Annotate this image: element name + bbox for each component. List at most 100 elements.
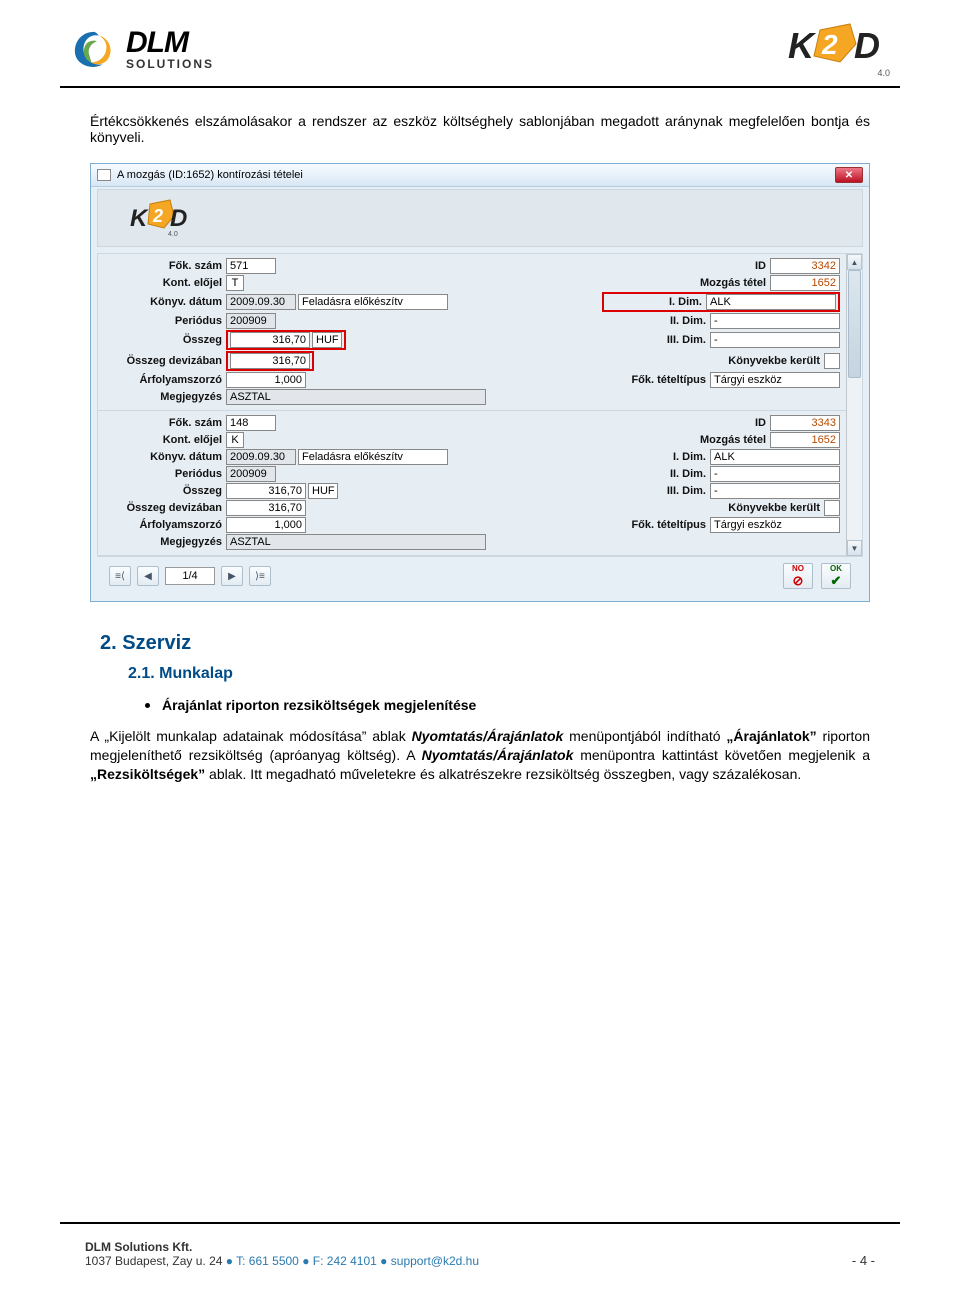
ok-button[interactable]: OK✔ xyxy=(821,563,851,589)
field-currency[interactable]: HUF xyxy=(312,332,342,348)
field-fok-szam[interactable]: 571 xyxy=(226,258,276,274)
label-konyv-datum: Könyv. dátum xyxy=(106,451,226,463)
prev-button[interactable]: ◀ xyxy=(137,566,159,586)
no-button[interactable]: NO⊘ xyxy=(783,563,813,589)
label-megjegyzes: Megjegyzés xyxy=(106,536,226,548)
page-indicator: 1/4 xyxy=(165,567,215,585)
field-dim3[interactable]: - xyxy=(710,483,840,499)
k2d-version: 4.0 xyxy=(780,68,890,78)
footer-addr: 1037 Budapest, Zay u. 24 xyxy=(85,1254,222,1268)
field-konyvekbe[interactable] xyxy=(824,500,840,516)
label-arfolyam: Árfolyamszorzó xyxy=(106,519,226,531)
field-fok-szam[interactable]: 148 xyxy=(226,415,276,431)
field-osszeg-dev[interactable]: 316,70 xyxy=(230,353,310,369)
field-dim1[interactable]: ALK xyxy=(706,294,836,310)
label-mozgas-tetel: Mozgás tétel xyxy=(670,434,770,446)
page-header: DLM SOLUTIONS K 2 D 4.0 xyxy=(0,0,960,86)
label-osszeg: Összeg xyxy=(106,334,226,346)
scroll-up-icon[interactable]: ▲ xyxy=(847,254,862,270)
field-fok-tetel[interactable]: Tárgyi eszköz xyxy=(710,372,840,388)
field-arfolyam[interactable]: 1,000 xyxy=(226,517,306,533)
field-status[interactable]: Feladásra előkészítv xyxy=(298,294,448,310)
scrollbar[interactable]: ▲ ▼ xyxy=(846,254,862,556)
field-fok-tetel[interactable]: Tárgyi eszköz xyxy=(710,517,840,533)
scroll-thumb[interactable] xyxy=(848,270,861,378)
subsection-heading: 2.1. Munkalap xyxy=(128,665,870,683)
svg-text:D: D xyxy=(170,205,187,232)
label-osszeg-dev: Összeg devizában xyxy=(106,502,226,514)
label-konyv-datum: Könyv. dátum xyxy=(106,296,226,308)
label-osszeg: Összeg xyxy=(106,485,226,497)
label-kont-elojel: Kont. előjel xyxy=(106,434,226,446)
field-megjegyzes[interactable]: ASZTAL xyxy=(226,534,486,550)
record-2: Fők. szám148 ID3343 Kont. előjelK Mozgás… xyxy=(98,411,862,556)
window-logo-strip: K 2 D 4.0 xyxy=(97,189,863,247)
field-mozgas-tetel[interactable]: 1652 xyxy=(770,432,840,448)
window-titlebar: A mozgás (ID:1652) kontírozási tételei ✕ xyxy=(91,164,869,187)
field-status[interactable]: Feladásra előkészítv xyxy=(298,449,448,465)
kontirozasi-window: A mozgás (ID:1652) kontírozási tételei ✕… xyxy=(90,163,870,602)
divider-top xyxy=(60,86,900,88)
label-dim2: II. Dim. xyxy=(610,468,710,480)
label-dim3: III. Dim. xyxy=(610,334,710,346)
field-currency[interactable]: HUF xyxy=(308,483,338,499)
svg-text:K: K xyxy=(788,25,817,66)
page-footer: DLM Solutions Kft. 1037 Budapest, Zay u.… xyxy=(0,1240,960,1268)
label-mozgas-tetel: Mozgás tétel xyxy=(670,277,770,289)
label-fok-tetel: Fők. tételtípus xyxy=(610,519,710,531)
highlight-dim1: I. Dim.ALK xyxy=(602,292,840,312)
field-osszeg[interactable]: 316,70 xyxy=(230,332,310,348)
form-area: ▲ ▼ Fők. szám 571 ID3342 Kont. előjel T Mo… xyxy=(97,253,863,557)
field-osszeg-dev[interactable]: 316,70 xyxy=(226,500,306,516)
svg-text:2: 2 xyxy=(152,206,163,226)
highlight-osszeg: 316,70HUF xyxy=(226,330,346,350)
field-periodus[interactable]: 200909 xyxy=(226,313,276,329)
next-button[interactable]: ▶ xyxy=(221,566,243,586)
label-dim1: I. Dim. xyxy=(610,451,710,463)
label-id: ID xyxy=(670,260,770,272)
ok-label: OK xyxy=(830,564,842,573)
first-icon: ≡⟨ xyxy=(115,571,125,582)
field-konyvekbe[interactable] xyxy=(824,353,840,369)
label-fok-szam: Fők. szám xyxy=(106,417,226,429)
footer-company: DLM Solutions Kft. xyxy=(85,1240,479,1254)
label-periodus: Periódus xyxy=(106,315,226,327)
field-dim3[interactable]: - xyxy=(710,332,840,348)
field-dim1[interactable]: ALK xyxy=(710,449,840,465)
field-id[interactable]: 3342 xyxy=(770,258,840,274)
divider-bottom xyxy=(60,1222,900,1224)
bullet-icon xyxy=(145,703,150,708)
close-button[interactable]: ✕ xyxy=(835,167,863,183)
ok-icon: ✔ xyxy=(831,573,842,589)
dlm-swirl-icon xyxy=(70,28,118,70)
field-id[interactable]: 3343 xyxy=(770,415,840,431)
next-icon: ▶ xyxy=(228,571,236,582)
window-title: A mozgás (ID:1652) kontírozási tételei xyxy=(117,169,303,181)
field-kont-elojel[interactable]: T xyxy=(226,275,244,291)
field-dim2[interactable]: - xyxy=(710,466,840,482)
field-konyv-datum[interactable]: 2009.09.30 xyxy=(226,449,296,465)
svg-text:D: D xyxy=(854,25,880,66)
last-button[interactable]: ⟩≡ xyxy=(249,566,271,586)
field-mozgas-tetel[interactable]: 1652 xyxy=(770,275,840,291)
first-button[interactable]: ≡⟨ xyxy=(109,566,131,586)
last-icon: ⟩≡ xyxy=(255,571,265,582)
label-konyvekbe: Könyvekbe került xyxy=(724,502,824,514)
label-dim3: III. Dim. xyxy=(610,485,710,497)
close-icon: ✕ xyxy=(845,170,853,181)
k2d-mini-icon: K 2 D 4.0 xyxy=(128,198,188,238)
window-icon xyxy=(97,169,111,181)
field-osszeg[interactable]: 316,70 xyxy=(226,483,306,499)
field-arfolyam[interactable]: 1,000 xyxy=(226,372,306,388)
dlm-text: DLM xyxy=(126,28,214,58)
field-megjegyzes[interactable]: ASZTAL xyxy=(226,389,486,405)
scroll-down-icon[interactable]: ▼ xyxy=(847,540,862,556)
field-dim2[interactable]: - xyxy=(710,313,840,329)
label-dim1: I. Dim. xyxy=(606,296,706,308)
field-kont-elojel[interactable]: K xyxy=(226,432,244,448)
scroll-track[interactable] xyxy=(847,270,862,540)
label-fok-tetel: Fők. tételtípus xyxy=(610,374,710,386)
field-konyv-datum[interactable]: 2009.09.30 xyxy=(226,294,296,310)
field-periodus[interactable]: 200909 xyxy=(226,466,276,482)
highlight-osszeg-dev: 316,70 xyxy=(226,351,314,371)
